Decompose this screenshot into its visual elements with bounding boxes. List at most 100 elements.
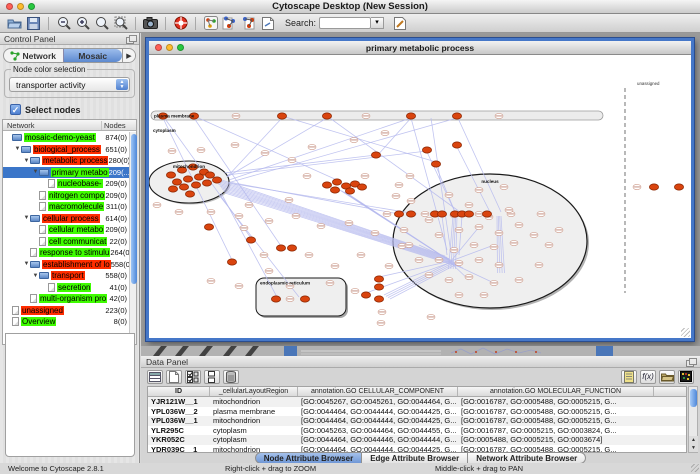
tree-row[interactable]: unassigned223(0)	[3, 305, 129, 317]
disclosure-triangle-icon[interactable]: ▼	[14, 146, 21, 152]
select-nodes-row: ✓ Select nodes	[10, 104, 139, 115]
table-column-header[interactable]: annotation.GO CELLULAR_COMPONENT	[298, 387, 458, 396]
tree-row[interactable]: ▼biological_process651(0)	[3, 144, 129, 156]
tree-row[interactable]: ▼cellular process614(0)	[3, 213, 129, 225]
zoom-selected-button[interactable]	[92, 15, 111, 32]
zoom-out-button[interactable]	[54, 15, 73, 32]
table-row[interactable]: YKR052Ccytoplasm[GO:0044464, GO:0044446,…	[148, 435, 686, 445]
table-row[interactable]: YLR295Ccytoplasm[GO:0045263, GO:0044464,…	[148, 426, 686, 436]
float-panel-icon[interactable]	[686, 358, 695, 366]
disclosure-triangle-icon[interactable]: ▼	[23, 215, 30, 221]
attribute-notes-button[interactable]	[621, 370, 637, 384]
table-row[interactable]: YPL036W__2plasma membrane[GO:0044464, GO…	[148, 407, 686, 417]
svg-text:nucleus: nucleus	[481, 179, 499, 184]
tab-mosaic[interactable]: Mosaic	[63, 49, 123, 62]
svg-text:unassigned: unassigned	[637, 81, 660, 86]
disclosure-triangle-icon[interactable]: ▼	[32, 169, 39, 175]
select-nodes-checkbox[interactable]: ✓	[10, 104, 21, 115]
disclosure-triangle-icon[interactable]: ▼	[32, 273, 39, 279]
tree-row[interactable]: nitrogen compo209(0)	[3, 190, 129, 202]
main-toolbar: Search: ▾	[0, 14, 700, 33]
table-column-header[interactable]: ID	[148, 387, 210, 396]
app-resize-grip[interactable]	[691, 464, 699, 472]
attribute-checklist-button[interactable]	[185, 370, 201, 384]
network-window-titlebar[interactable]: primary metabolic process	[149, 41, 691, 55]
network-label: mosaic-demo-yeast	[24, 133, 96, 142]
open-folder-icon	[7, 17, 22, 29]
tree-row[interactable]: multi-organism pro42(0)	[3, 293, 129, 305]
annotation-button[interactable]	[390, 15, 409, 32]
table-column-header[interactable]: _cellularLayoutRegion	[210, 387, 298, 396]
import-attributes-button[interactable]	[659, 370, 675, 384]
matrix-view-button[interactable]	[678, 370, 694, 384]
table-scrollbar-thumb[interactable]	[690, 389, 697, 407]
close-icon[interactable]	[155, 44, 162, 51]
network-file-icon	[39, 191, 46, 200]
function-builder-button[interactable]: f(x)	[640, 370, 656, 384]
tree-row[interactable]: ▼primary metabo209(...	[3, 167, 129, 179]
table-cell: [GO:0016787, GO:0005488, GO:0005215, G..…	[458, 416, 654, 425]
disclosure-triangle-icon[interactable]: ▼	[23, 158, 30, 164]
tree-row[interactable]: ▼transport558(0)	[3, 270, 129, 282]
save-session-button[interactable]	[24, 15, 43, 32]
app-titlebar[interactable]: Cytoscape Desktop (New Session)	[0, 0, 700, 14]
open-session-button[interactable]	[5, 15, 24, 32]
table-scroll-arrows[interactable]: ▲▼	[689, 436, 698, 452]
new-window-button[interactable]	[258, 15, 277, 32]
table-cell: YKR052C	[148, 435, 210, 444]
birdseye-view[interactable]	[5, 333, 135, 457]
node-count: 264(0)	[110, 248, 129, 257]
table-row[interactable]: YPL036W__1mitochondrion[GO:0044464, GO:0…	[148, 416, 686, 426]
tab-overflow-button[interactable]: ▶	[122, 49, 135, 62]
plugin-a-button[interactable]	[220, 15, 239, 32]
tree-row[interactable]: ▼establishment of lo558(0)	[3, 259, 129, 271]
help-button[interactable]	[171, 15, 190, 32]
minimize-button[interactable]	[17, 3, 24, 10]
tree-column-network[interactable]: Network	[3, 121, 102, 130]
search-input[interactable]	[319, 17, 371, 29]
table-cell: YJR121W__1	[148, 397, 210, 406]
tab-network[interactable]: Network	[4, 49, 63, 62]
background-window-fragment[interactable]	[141, 346, 700, 356]
zoom-fit-button[interactable]	[111, 15, 130, 32]
table-scrollbar[interactable]: ▲▼	[688, 386, 698, 453]
search-dropdown-button[interactable]: ▾	[371, 17, 384, 29]
node-count: 209(0)	[105, 179, 129, 188]
tree-row[interactable]: ▼metabolic process280(0)	[3, 155, 129, 167]
tree-row[interactable]: cellular metabo209(0)	[3, 224, 129, 236]
network-label: response to stimulu	[39, 248, 110, 257]
node-color-dropdown[interactable]: transporter activity ▲▼	[9, 77, 130, 92]
tree-row[interactable]: cell communicat22(0)	[3, 236, 129, 248]
mdi-desktop: primary metabolic process plasma membran…	[141, 33, 700, 356]
select-attributes-button[interactable]	[147, 370, 163, 384]
new-attribute-button[interactable]	[166, 370, 182, 384]
vizmapper-button[interactable]	[201, 15, 220, 32]
table-column-header[interactable]: annotation.GO MOLECULAR_FUNCTION	[458, 387, 654, 396]
network-file-icon	[30, 248, 37, 257]
attribute-boxes-button[interactable]	[204, 370, 220, 384]
tree-row[interactable]: macromolecule311(0)	[3, 201, 129, 213]
disclosure-triangle-icon[interactable]: ▼	[23, 261, 30, 267]
tree-row[interactable]: Overview8(0)	[3, 316, 129, 328]
node-count: 651(0)	[105, 145, 129, 154]
snapshot-button[interactable]	[141, 15, 160, 32]
maximize-icon[interactable]	[177, 44, 184, 51]
tree-row[interactable]: response to stimulu264(0)	[3, 247, 129, 259]
close-button[interactable]	[6, 3, 13, 10]
tree-row[interactable]: secretion41(0)	[3, 282, 129, 294]
network-view-window[interactable]: primary metabolic process plasma membran…	[146, 38, 694, 341]
zoom-in-button[interactable]	[73, 15, 92, 32]
tree-column-nodes[interactable]: Nodes	[102, 121, 136, 130]
table-row[interactable]: YJR121W__1mitochondrion[GO:0045267, GO:0…	[148, 397, 686, 407]
window-resize-grip[interactable]	[681, 328, 690, 337]
zoom-button[interactable]	[28, 3, 35, 10]
tree-scrollbar[interactable]	[129, 132, 136, 344]
delete-attribute-button[interactable]	[223, 370, 239, 384]
tree-scrollbar-thumb[interactable]	[131, 134, 137, 284]
network-canvas[interactable]: plasma membranecytoplasmmitochondrionnuc…	[149, 55, 691, 338]
minimize-icon[interactable]	[166, 44, 173, 51]
tree-row[interactable]: nucleobase-209(0)	[3, 178, 129, 190]
float-panel-icon[interactable]	[126, 35, 135, 43]
tree-row[interactable]: mosaic-demo-yeast874(0)	[3, 132, 129, 144]
plugin-b-button[interactable]	[239, 15, 258, 32]
